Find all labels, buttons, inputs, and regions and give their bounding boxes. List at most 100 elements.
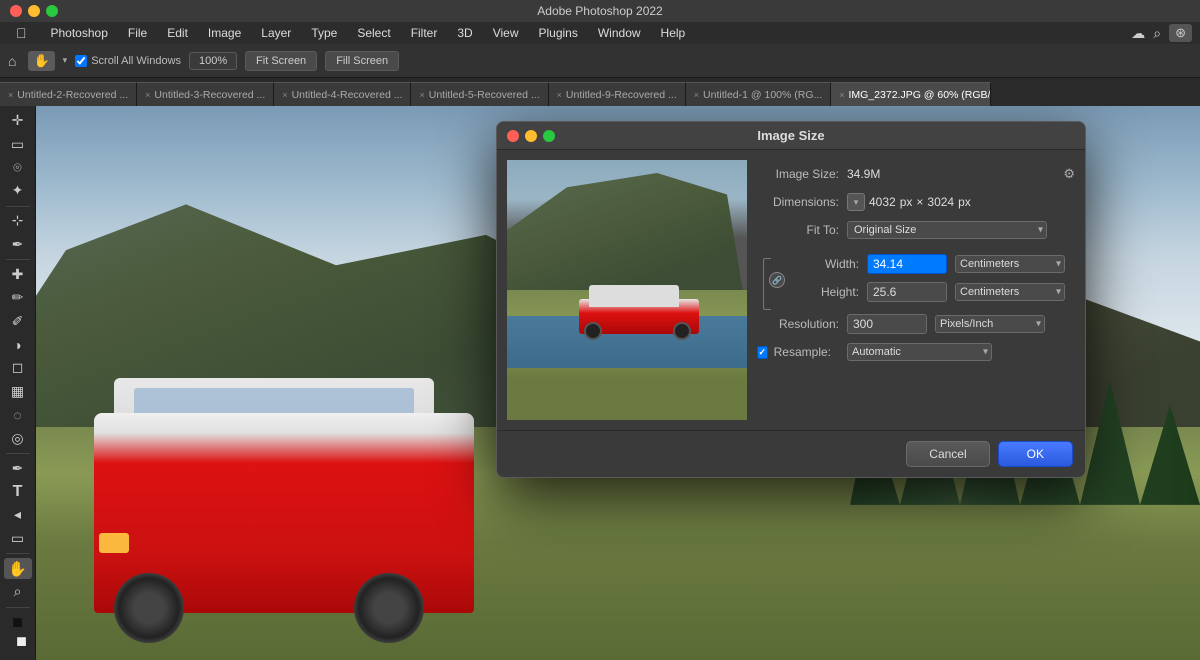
zoom-display[interactable]: 100% [189, 52, 237, 70]
width-unit-wrapper[interactable]: Centimeters [955, 255, 1065, 273]
resolution-input[interactable] [847, 314, 927, 334]
hand-dropdown-arrow[interactable]: ▾ [63, 55, 68, 66]
resolution-unit-wrapper[interactable]: Pixels/Inch [935, 315, 1045, 333]
tab-close-2[interactable]: × [282, 90, 287, 100]
zoom-tool[interactable]: ⌕ [4, 581, 32, 602]
width-unit-select[interactable]: Centimeters [955, 255, 1065, 273]
tab-5[interactable]: × Untitled-1 @ 100% (RG... [686, 82, 831, 106]
eyedropper-tool[interactable]: ✒ [4, 234, 32, 255]
dimensions-chevron[interactable]: ▾ [847, 193, 865, 211]
menu-filter[interactable]: Filter [403, 24, 446, 42]
minimize-button[interactable] [28, 5, 40, 17]
marquee-tool[interactable]: ▭ [4, 133, 32, 154]
tab-2[interactable]: × Untitled-4-Recovered ... [274, 82, 411, 106]
dialog-window-controls[interactable] [507, 130, 555, 142]
tab-label-0: Untitled-2-Recovered ... [17, 89, 128, 101]
tab-1[interactable]: × Untitled-3-Recovered ... [137, 82, 274, 106]
dimensions-controls: ▾ 4032 px × 3024 px [847, 193, 971, 211]
gradient-tool[interactable]: ▦ [4, 381, 32, 402]
wh-inputs: Width: Centimeters [777, 250, 1075, 310]
fill-screen-button[interactable]: Fill Screen [325, 51, 399, 71]
magic-wand-tool[interactable]: ✦ [4, 180, 32, 201]
menu-file[interactable]: File [120, 24, 155, 42]
tab-0[interactable]: × Untitled-2-Recovered ... [0, 82, 137, 106]
menu-image[interactable]: Image [200, 24, 249, 42]
window-controls[interactable] [10, 5, 58, 17]
tab-6[interactable]: × IMG_2372.JPG @ 60% (RGB/8*) [831, 82, 991, 106]
tool-separator-2 [6, 259, 30, 260]
dialog-close-button[interactable] [507, 130, 519, 142]
crop-tool[interactable]: ⊹ [4, 210, 32, 231]
fit-to-select[interactable]: Original Size [847, 221, 1047, 239]
pen-tool[interactable]: ✒ [4, 458, 32, 479]
tab-close-4[interactable]: × [557, 90, 562, 100]
settings-icon[interactable]: ⚙ [1063, 166, 1075, 182]
cancel-button[interactable]: Cancel [906, 441, 989, 467]
text-tool[interactable]: T [4, 481, 32, 502]
tab-close-0[interactable]: × [8, 90, 13, 100]
fit-to-select-wrapper[interactable]: Original Size [847, 221, 1047, 239]
hand-tool-icon[interactable]: ✋ [28, 51, 54, 71]
dialog-maximize-button[interactable] [543, 130, 555, 142]
scroll-all-windows-label[interactable]: Scroll All Windows [75, 55, 181, 67]
menu-photoshop[interactable]: Photoshop [43, 24, 116, 42]
resample-checkbox[interactable] [757, 346, 768, 359]
image-size-value: 34.9M [847, 167, 880, 181]
menu-type[interactable]: Type [303, 24, 345, 42]
height-unit-wrapper[interactable]: Centimeters [955, 283, 1065, 301]
shape-tool[interactable]: ▭ [4, 528, 32, 549]
close-button[interactable] [10, 5, 22, 17]
clone-tool[interactable]: ✐ [4, 311, 32, 332]
user-icon[interactable]: ⊛ [1169, 24, 1192, 42]
height-unit-select[interactable]: Centimeters [955, 283, 1065, 301]
brush-tool[interactable]: ✏ [4, 287, 32, 308]
dim-separator: × [916, 195, 923, 209]
dialog-minimize-button[interactable] [525, 130, 537, 142]
resample-select-wrapper[interactable]: Automatic [847, 343, 992, 361]
width-input[interactable] [867, 254, 947, 274]
resample-label: Resample: [757, 345, 847, 359]
background-color-swatch[interactable]: ■ [8, 631, 36, 652]
foreground-color-swatch[interactable]: ■ [4, 611, 32, 632]
image-size-dialog[interactable]: Image Size [496, 121, 1086, 478]
home-icon[interactable]: ⌂ [8, 53, 16, 69]
eraser-tool[interactable]: ◻ [4, 357, 32, 378]
lasso-tool[interactable]: ⌾ [4, 157, 32, 178]
menu-window[interactable]: Window [590, 24, 649, 42]
menu-help[interactable]: Help [653, 24, 694, 42]
healing-tool[interactable]: ✚ [4, 264, 32, 285]
tab-4[interactable]: × Untitled-9-Recovered ... [549, 82, 686, 106]
scroll-all-windows-checkbox[interactable] [75, 55, 87, 67]
menu-view[interactable]: View [485, 24, 527, 42]
path-selection-tool[interactable]: ◂ [4, 504, 32, 525]
menu-select[interactable]: Select [349, 24, 398, 42]
menu-3d[interactable]: 3D [449, 24, 480, 42]
fit-screen-button[interactable]: Fit Screen [245, 51, 317, 71]
hand-tool[interactable]: ✋ [4, 558, 32, 579]
tab-close-6[interactable]: × [839, 90, 844, 100]
menu-layer[interactable]: Layer [253, 24, 299, 42]
image-size-label: Image Size: [757, 167, 847, 181]
blur-tool[interactable]: ◌ [4, 404, 32, 425]
resolution-unit-select[interactable]: Pixels/Inch [935, 315, 1045, 333]
menu-plugins[interactable]: Plugins [531, 24, 586, 42]
tab-close-5[interactable]: × [694, 90, 699, 100]
ok-button[interactable]: OK [998, 441, 1073, 467]
menu-edit[interactable]: Edit [159, 24, 196, 42]
dodge-tool[interactable]: ◎ [4, 427, 32, 448]
image-size-row: Image Size: 34.9M ⚙ [757, 160, 1075, 188]
maximize-button[interactable] [46, 5, 58, 17]
move-tool[interactable]: ✛ [4, 110, 32, 131]
apple-menu[interactable]:  [8, 23, 35, 43]
search-icon[interactable]: ⌕ [1153, 25, 1161, 42]
cloud-icon[interactable]: ☁ [1131, 25, 1145, 42]
history-tool[interactable]: ◑ [4, 334, 32, 355]
tab-close-1[interactable]: × [145, 90, 150, 100]
fit-to-row: Fit To: Original Size [757, 216, 1075, 244]
resample-select[interactable]: Automatic [847, 343, 992, 361]
height-input[interactable] [867, 282, 947, 302]
tab-3[interactable]: × Untitled-5-Recovered ... [411, 82, 548, 106]
tab-close-3[interactable]: × [419, 90, 424, 100]
scroll-label-text: Scroll All Windows [91, 55, 181, 67]
link-constraint-icon[interactable]: 🔗 [769, 272, 785, 288]
